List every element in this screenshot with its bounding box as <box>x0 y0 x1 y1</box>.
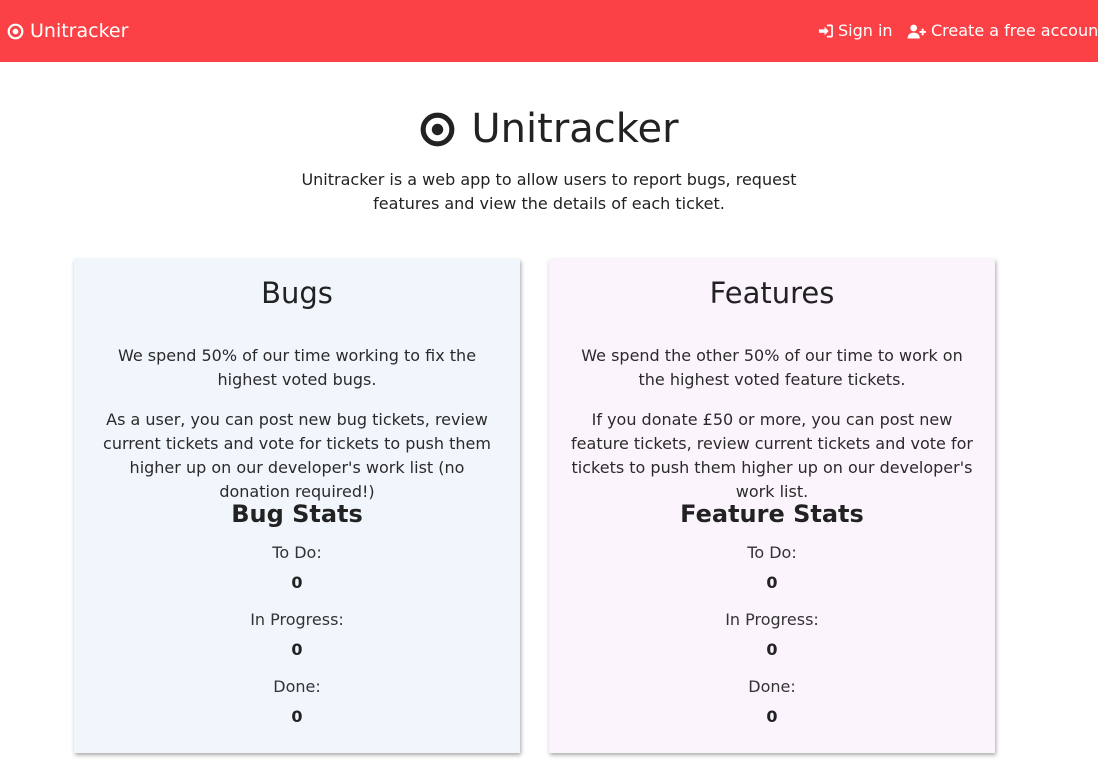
bugs-paragraph-1: We spend 50% of our time working to fix … <box>117 346 477 389</box>
create-account-label: Create a free account <box>931 21 1098 40</box>
features-paragraph-1: We spend the other 50% of our time to wo… <box>581 346 963 389</box>
sign-in-label: Sign in <box>838 21 893 40</box>
brand-text: Unitracker <box>30 20 129 42</box>
brand-link[interactable]: Unitracker <box>7 19 128 43</box>
features-paragraph-2: If you donate £50 or more, you can post … <box>571 410 973 501</box>
user-plus-icon <box>907 24 926 39</box>
bug-stat-todo-label: To Do: <box>272 543 322 562</box>
features-card: Features We spend the other 50% of our t… <box>549 259 995 753</box>
feature-stats-title: Feature Stats <box>680 500 864 528</box>
bug-stat-inprogress-value: 0 <box>291 640 303 659</box>
bugs-paragraph-2: As a user, you can post new bug tickets,… <box>103 410 491 501</box>
features-title: Features <box>709 276 835 310</box>
bug-stat-todo-value: 0 <box>291 573 303 592</box>
page-title-text: Unitracker <box>471 106 679 152</box>
page-description: Unitracker is a web app to allow users t… <box>301 170 797 213</box>
bullseye-icon <box>421 112 455 146</box>
page-title: Unitracker <box>0 101 1098 157</box>
feature-stat-done-label: Done: <box>748 677 796 696</box>
bug-stat-done-label: Done: <box>273 677 321 696</box>
navbar: Unitracker Sign in Create a free account <box>0 0 1098 62</box>
bullseye-icon <box>7 23 24 39</box>
create-account-link[interactable]: Create a free account <box>907 20 1098 42</box>
bugs-title: Bugs <box>261 276 333 310</box>
bugs-card: Bugs We spend 50% of our time working to… <box>74 259 520 753</box>
sign-in-link[interactable]: Sign in <box>818 20 893 42</box>
feature-stat-done-value: 0 <box>766 707 778 726</box>
feature-stat-todo-value: 0 <box>766 573 778 592</box>
feature-stat-todo-label: To Do: <box>747 543 797 562</box>
bug-stat-inprogress-label: In Progress: <box>250 610 344 629</box>
sign-in-icon <box>818 24 833 38</box>
bug-stat-done-value: 0 <box>291 707 303 726</box>
feature-stat-inprogress-value: 0 <box>766 640 778 659</box>
feature-stat-inprogress-label: In Progress: <box>725 610 819 629</box>
bug-stats-title: Bug Stats <box>231 500 363 528</box>
